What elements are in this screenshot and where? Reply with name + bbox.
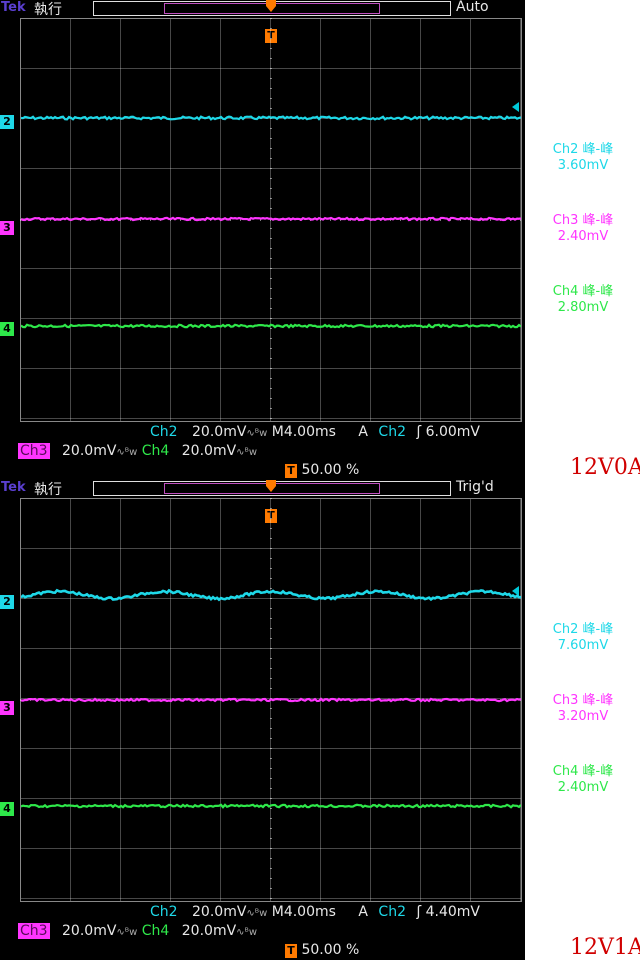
- brand-logo: Tek: [1, 480, 26, 495]
- run-status: 執行: [34, 482, 62, 498]
- ch2-trace: [21, 588, 521, 602]
- bandwidth-icon: ∿ᴮw: [236, 447, 258, 458]
- measurement-ch2: Ch2 峰-峰 3.60mV: [552, 142, 614, 173]
- bandwidth-icon: ∿ᴮw: [116, 447, 138, 458]
- ch4-ground-marker[interactable]: 4: [0, 802, 14, 816]
- acquisition-mode: Auto: [456, 0, 489, 15]
- ch4-ground-marker[interactable]: 4: [0, 322, 14, 336]
- ch2-trace: [21, 115, 521, 121]
- bandwidth-icon: ∿ᴮw: [116, 927, 138, 938]
- measurement-ch2: Ch2 峰-峰 7.60mV: [552, 622, 614, 653]
- measurement-ch4: Ch4 峰-峰 2.80mV: [552, 284, 614, 315]
- caption-12v0a: 12V0A: [570, 455, 640, 480]
- trigger-position-status: T 50.00 %: [285, 942, 359, 958]
- trigger-position-icon: [266, 480, 276, 492]
- ch3-ground-marker[interactable]: 3: [0, 701, 14, 715]
- ch3-trace: [21, 697, 521, 703]
- run-status: 執行: [34, 2, 62, 18]
- caption-12v1a: 12V1A: [570, 935, 640, 960]
- top-status-bar: Tek 執行 Auto: [0, 0, 525, 18]
- ch3-ground-marker[interactable]: 3: [0, 221, 14, 235]
- measurement-ch4: Ch4 峰-峰 2.40mV: [552, 764, 614, 795]
- top-status-bar: Tek 執行 Trig'd: [0, 479, 525, 498]
- measurement-ch3: Ch3 峰-峰 3.20mV: [552, 693, 614, 724]
- ch3-trace: [21, 216, 521, 222]
- ch2-ground-marker[interactable]: 2: [0, 115, 14, 129]
- channel-status-line-2: Ch3 20.0mV∿ᴮw Ch4 20.0mV∿ᴮw: [18, 443, 258, 459]
- bandwidth-icon: ∿ᴮw: [236, 927, 258, 938]
- ch4-trace: [21, 803, 521, 809]
- ch2-ground-marker[interactable]: 2: [0, 595, 14, 609]
- channel-status-line-2: Ch3 20.0mV∿ᴮw Ch4 20.0mV∿ᴮw: [18, 923, 258, 939]
- scope-screen-1: Tek 執行 Auto T 2 3 4 Ch2 20.0mV∿ᴮw M4.00m…: [0, 0, 525, 480]
- acquisition-mode: Trig'd: [456, 479, 494, 495]
- rising-edge-icon: ʃ: [416, 904, 422, 920]
- trigger-position-status: T 50.00 %: [285, 462, 359, 478]
- rising-edge-icon: ʃ: [416, 424, 422, 440]
- bandwidth-icon: ∿ᴮw: [246, 908, 268, 919]
- channel-status-line-1: Ch2 20.0mV∿ᴮw M4.00ms A Ch2 ʃ 6.00mV: [150, 424, 480, 440]
- channel-status-line-1: Ch2 20.0mV∿ᴮw M4.00ms A Ch2 ʃ 4.40mV: [150, 904, 480, 920]
- bandwidth-icon: ∿ᴮw: [246, 428, 268, 439]
- scope-screen-2: Tek 執行 Trig'd T 2 3 4 Ch2 20.0mV∿ᴮw M4.0…: [0, 479, 525, 960]
- brand-logo: Tek: [1, 0, 26, 15]
- measurement-ch3: Ch3 峰-峰 2.40mV: [552, 213, 614, 244]
- ch4-trace: [21, 323, 521, 329]
- trigger-position-icon: [266, 0, 276, 12]
